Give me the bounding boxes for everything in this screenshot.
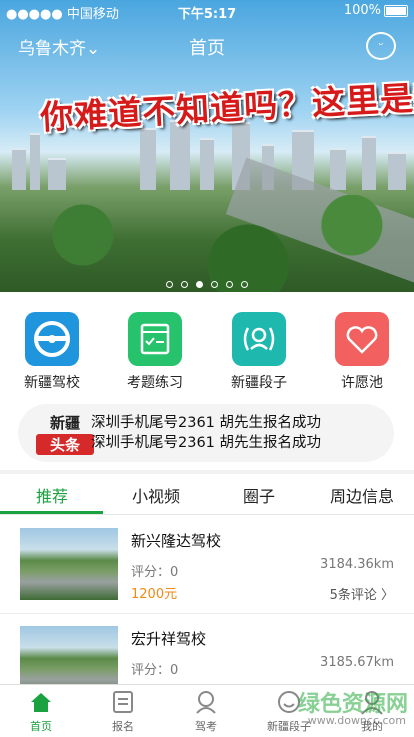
carousel-dot[interactable] [241, 281, 248, 288]
tab-nearby[interactable]: 周边信息 [310, 483, 414, 507]
top-nav: 乌鲁木齐⌄ 首页 ᵕ [0, 30, 414, 64]
home-icon [28, 689, 54, 715]
chat-icon[interactable]: ᵕ [366, 32, 396, 60]
heart-icon [335, 312, 389, 366]
quick-link-driving-school[interactable]: 新疆驾校 [7, 312, 97, 392]
carousel-dot[interactable] [181, 281, 188, 288]
carousel-dot[interactable] [226, 281, 233, 288]
checklist-icon [128, 312, 182, 366]
active-tab-indicator [0, 511, 103, 514]
page-title: 首页 [189, 38, 225, 59]
content-tabs: 推荐 小视频 圈子 周边信息 [0, 474, 414, 515]
status-bar: ●●●●● 中国移动 下午5:17 100% [0, 0, 414, 22]
exam-person-icon [193, 689, 219, 715]
list-item[interactable]: 新兴隆达驾校 评分：0 1200元 3184.36km 5条评论 〉 [0, 515, 414, 614]
news-line: 深圳手机尾号2361 胡先生报名成功 [91, 435, 322, 451]
comments-link[interactable]: 5条评论 〉 [330, 584, 394, 603]
quick-link-exam-practice[interactable]: 考题练习 [110, 312, 200, 392]
tab-recommend[interactable]: 推荐 [0, 483, 104, 507]
tab-circle[interactable]: 圈子 [207, 483, 311, 507]
carousel-dots[interactable] [0, 273, 414, 292]
steering-wheel-icon [25, 312, 79, 366]
school-list: 新兴隆达驾校 评分：0 1200元 3184.36km 5条评论 〉 宏升祥驾校… [0, 515, 414, 690]
list-item[interactable]: 宏升祥驾校 评分：0 3185.67km [0, 613, 414, 690]
watermark-url: www.downcc.com [307, 714, 406, 727]
tabbar-signup[interactable]: 报名 [82, 689, 164, 734]
signup-form-icon [110, 689, 136, 715]
carousel-dot[interactable] [211, 281, 218, 288]
school-thumbnail [20, 528, 118, 600]
quick-link-jokes[interactable]: 新疆段子 [214, 312, 304, 392]
tabbar-exam[interactable]: 驾考 [165, 689, 247, 734]
tab-short-video[interactable]: 小视频 [104, 483, 208, 507]
carousel-dot-active[interactable] [196, 281, 203, 288]
tabbar-home[interactable]: 首页 [0, 689, 82, 734]
headline-badge: 新疆 头条 [36, 412, 94, 455]
joke-face-icon [232, 312, 286, 366]
battery-indicator: 100% [344, 3, 408, 18]
school-thumbnail [20, 626, 118, 690]
news-ticker[interactable]: 新疆 头条 深圳手机尾号2361 胡先生报名成功 深圳手机尾号2361 胡先生报… [18, 404, 394, 462]
chevron-right-icon: 〉 [376, 588, 394, 603]
battery-icon [384, 4, 408, 17]
quick-link-wishing-pool[interactable]: 许愿池 [317, 312, 407, 392]
carousel-dot[interactable] [166, 281, 173, 288]
quick-links: 新疆驾校 考题练习 新疆段子 许愿池 [0, 292, 414, 398]
news-line: 深圳手机尾号2361 胡先生报名成功 [91, 415, 322, 431]
